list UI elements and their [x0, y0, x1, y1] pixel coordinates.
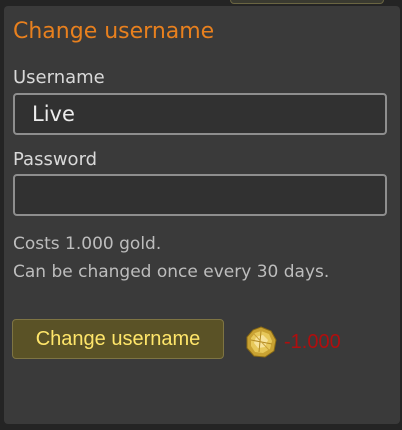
- cost-info-line: Costs 1.000 gold.: [13, 234, 162, 254]
- top-tab[interactable]: [230, 0, 384, 4]
- change-username-button[interactable]: Change username: [12, 319, 224, 359]
- cost-info: Costs 1.000 gold. Can be changed once ev…: [13, 230, 329, 286]
- cost-display: -1.000: [244, 326, 341, 358]
- username-label: Username: [13, 67, 105, 88]
- password-label: Password: [13, 149, 98, 170]
- username-input[interactable]: [13, 93, 387, 135]
- cost-value: -1.000: [284, 330, 341, 353]
- cooldown-info-line: Can be changed once every 30 days.: [13, 262, 330, 282]
- password-input[interactable]: [13, 174, 387, 216]
- change-username-panel: Change username Username Password Costs …: [4, 6, 400, 424]
- panel-title: Change username: [13, 19, 215, 44]
- gold-coin-icon: [244, 325, 278, 359]
